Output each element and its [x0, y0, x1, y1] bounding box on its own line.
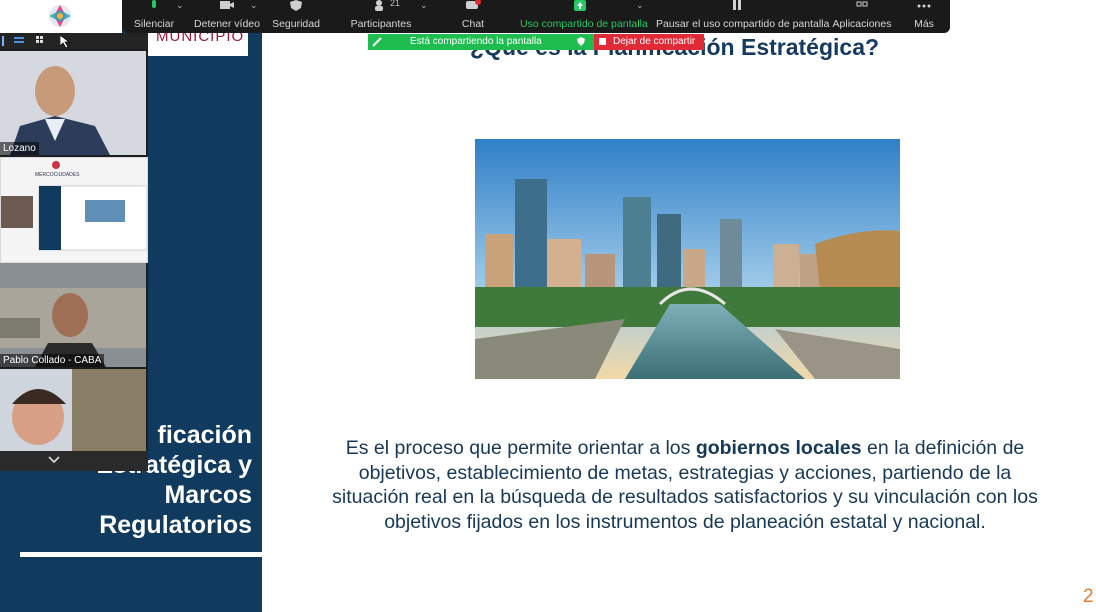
side-divider [20, 552, 262, 557]
participant-tile[interactable]: MERCOCIUDADES [0, 157, 148, 263]
pause-icon [733, 0, 741, 10]
page-number: 2 [1083, 586, 1094, 607]
pause-share-label: Pausar el uso compartido de pantalla [656, 18, 830, 30]
video-label: Detener vídeo [194, 18, 260, 30]
menu-icon[interactable] [2, 36, 12, 46]
chat-label: Chat [461, 18, 485, 30]
camera-icon [220, 1, 234, 9]
participants-icon [375, 0, 383, 11]
apps-icon [856, 1, 868, 7]
participants-button[interactable]: 21 Participantes [348, 0, 414, 33]
microphone-icon [152, 0, 156, 8]
body-text-bold: gobiernos locales [695, 437, 862, 459]
share-screen-icon [574, 0, 586, 11]
shield-icon [290, 0, 302, 11]
chevron-down-icon[interactable] [48, 455, 60, 465]
security-label: Seguridad [272, 18, 320, 30]
app-logo [0, 0, 122, 33]
thumb-brand: MERCOCIUDADES [35, 172, 80, 178]
pause-share-button[interactable]: Pausar el uso compartido de pantalla [656, 0, 830, 33]
mercociudades-logo-icon [49, 5, 71, 27]
side-title-line: Regulatorios [99, 511, 252, 539]
chevron-down-icon[interactable]: ⌄ [250, 0, 258, 11]
gallery-footer [0, 451, 148, 471]
stop-icon [599, 38, 606, 45]
cursor-icon [60, 35, 70, 49]
more-button[interactable]: Más [912, 0, 936, 33]
grid-view-icon[interactable] [36, 36, 46, 46]
sharing-banner: Está compartiendo la pantalla [368, 34, 594, 50]
shield-icon [577, 37, 585, 46]
side-title-line: Marcos [164, 481, 252, 509]
participant-tile[interactable]: Lozano [0, 51, 146, 155]
video-gallery-panel: Lozano MERCOCIUDADES Pablo Collado - CAB… [0, 33, 148, 471]
gallery-header [0, 33, 148, 49]
share-label: Uso compartido de pantalla [520, 18, 648, 30]
participant-tile[interactable]: Pablo Collado - CABA [0, 263, 146, 367]
more-dots-icon [917, 4, 931, 8]
slide-body-text: Es el proceso que permite orientar a los… [320, 436, 1050, 534]
signal-icon [372, 37, 382, 47]
stop-share-button[interactable]: Dejar de compartir [594, 34, 704, 50]
chat-icon [466, 0, 481, 9]
chevron-down-icon[interactable]: ⌄ [636, 0, 644, 11]
city-image [475, 139, 900, 379]
mute-button[interactable]: Silenciar [130, 0, 178, 33]
participants-label: Participantes [350, 18, 412, 30]
chevron-down-icon[interactable]: ⌄ [176, 0, 184, 11]
participant-video [0, 263, 146, 367]
meeting-toolbar: Silenciar ⌄ Detener vídeo ⌄ Seguridad 21… [122, 0, 950, 33]
more-label: Más [914, 18, 934, 30]
share-screen-button[interactable]: Uso compartido de pantalla [520, 0, 648, 33]
chevron-down-icon[interactable]: ⌄ [420, 0, 428, 11]
participant-tile[interactable] [0, 369, 146, 451]
apps-label: Aplicaciones [832, 18, 892, 30]
speaker-view-icon[interactable] [14, 36, 24, 46]
security-button[interactable]: Seguridad [270, 0, 322, 33]
participant-video [0, 51, 146, 155]
body-text-start: Es el proceso que permite orientar a los [345, 437, 696, 459]
apps-button[interactable]: Aplicaciones [832, 0, 892, 33]
mute-label: Silenciar [133, 18, 175, 30]
participant-name: Pablo Collado - CABA [0, 354, 105, 367]
participants-count: 21 [390, 0, 401, 8]
stop-share-label: Dejar de compartir [613, 36, 696, 47]
sharing-text: Está compartiendo la pantalla [410, 36, 542, 47]
chat-button[interactable]: Chat [458, 0, 488, 33]
participant-video [0, 369, 146, 451]
participant-name: Lozano [0, 142, 39, 155]
